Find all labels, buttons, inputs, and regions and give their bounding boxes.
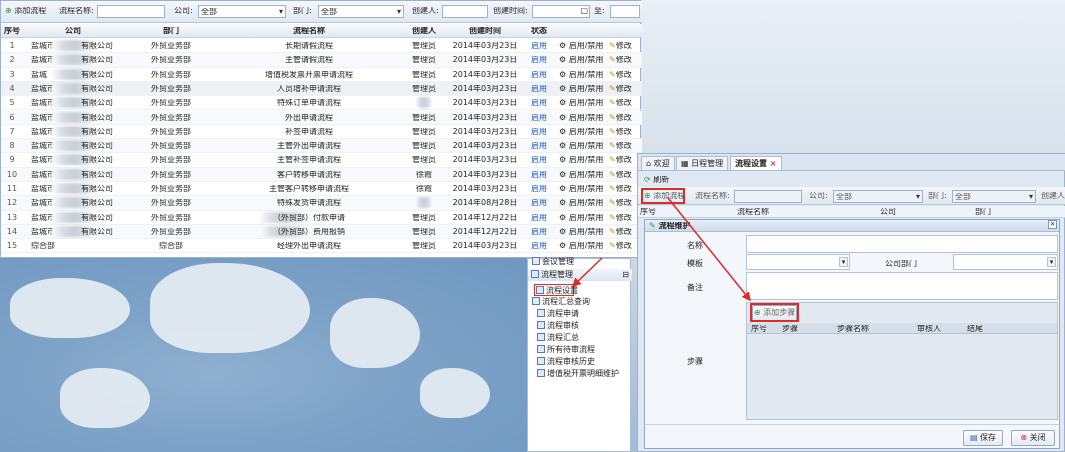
annotation-arrows xyxy=(571,197,751,302)
arrow-to-steps xyxy=(667,197,751,302)
arrow-to-tree xyxy=(571,257,603,288)
